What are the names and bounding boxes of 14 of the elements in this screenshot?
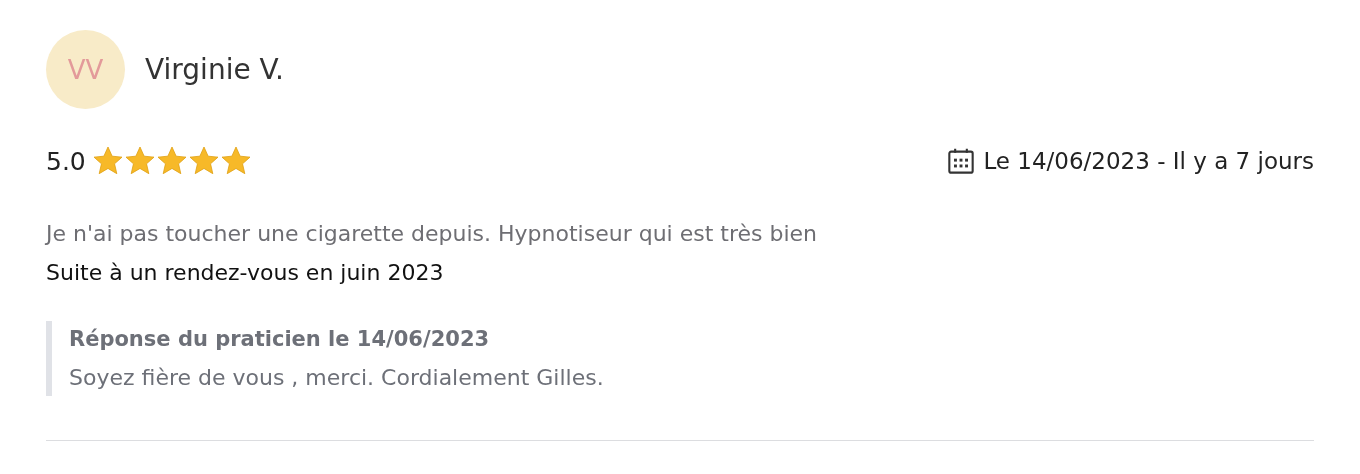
star-icon (91, 145, 124, 177)
author-name: Virginie V. (145, 53, 284, 86)
review-date: Le 14/06/2023 - Il y a 7 jours (983, 148, 1314, 174)
reply-text: Soyez fière de vous , merci. Cordialement Gilles. (69, 365, 605, 390)
avatar: VV (46, 30, 125, 109)
star-icon (219, 145, 252, 177)
rating-score: 5.0 (46, 146, 86, 176)
star-icon (155, 145, 188, 177)
appointment-info: Suite à un rendez-vous en juin 2023 (46, 260, 445, 285)
calendar-icon (947, 147, 976, 175)
star-icon (123, 145, 156, 177)
reply-heading: Réponse du praticien le 14/06/2023 (69, 327, 491, 351)
star-icon (187, 145, 220, 177)
review-comment: Je n'ai pas toucher une cigarette depuis. Hypnotiseur qui est très bien (46, 221, 819, 246)
